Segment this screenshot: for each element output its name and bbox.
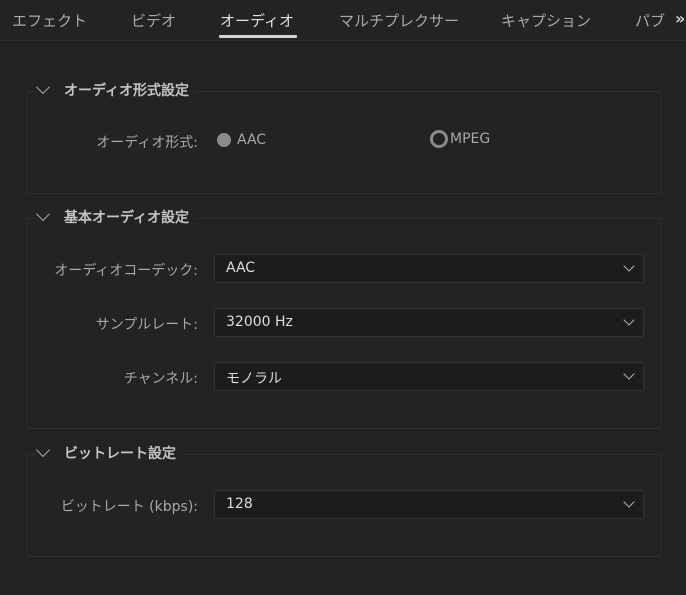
channels-label: チャンネル:: [123, 371, 198, 387]
radio-mpeg-label: MPEG: [450, 131, 491, 147]
chevron-down-icon: [623, 260, 635, 272]
tab-multiplexer[interactable]: マルチプレクサー: [339, 10, 459, 31]
sample-rate-label: サンプルレート:: [95, 317, 198, 333]
bitrate-section-title: ビットレート設定: [64, 446, 176, 462]
channels-value: モノラル: [226, 371, 282, 387]
bitrate-label: ビットレート (kbps):: [60, 499, 198, 515]
basic-audio-section-title: 基本オーディオ設定: [64, 210, 190, 226]
audio-format-section-title: オーディオ形式設定: [64, 83, 190, 99]
chevron-down-icon: [623, 368, 635, 380]
codec-dropdown[interactable]: AAC: [214, 254, 644, 283]
radio-aac-label: AAC: [237, 132, 267, 148]
channels-dropdown[interactable]: モノラル: [214, 362, 644, 391]
tab-audio[interactable]: オーディオ: [220, 10, 294, 31]
codec-value: AAC: [226, 260, 256, 276]
bitrate-section-header[interactable]: ビットレート設定: [35, 442, 182, 464]
radio-mpeg[interactable]: MPEG: [430, 130, 490, 148]
chevron-down-icon: [623, 496, 635, 508]
radio-unselected-icon: [430, 130, 448, 148]
bitrate-value: 128: [226, 496, 253, 512]
audio-format-label: オーディオ形式:: [96, 135, 198, 151]
tab-video[interactable]: ビデオ: [131, 10, 176, 31]
tab-overflow-icon[interactable]: »: [675, 9, 685, 28]
tab-bar: エフェクト ビデオ オーディオ マルチプレクサー キャプション パブ »: [0, 0, 686, 41]
radio-aac[interactable]: AAC: [217, 132, 266, 148]
chevron-down-icon: [35, 79, 51, 95]
tab-effects[interactable]: エフェクト: [12, 10, 87, 31]
sample-rate-dropdown[interactable]: 32000 Hz: [214, 308, 644, 337]
audio-format-section-header[interactable]: オーディオ形式設定: [35, 79, 196, 101]
chevron-down-icon: [35, 206, 51, 222]
active-tab-indicator: [219, 35, 297, 38]
tab-publish[interactable]: パブ: [635, 10, 665, 31]
tab-captions[interactable]: キャプション: [501, 10, 591, 31]
chevron-down-icon: [623, 314, 635, 326]
codec-label: オーディオコーデック:: [54, 263, 198, 279]
radio-selected-icon: [217, 133, 231, 147]
chevron-down-icon: [35, 442, 51, 458]
basic-audio-section-header[interactable]: 基本オーディオ設定: [35, 206, 196, 228]
sample-rate-value: 32000 Hz: [226, 314, 293, 330]
bitrate-dropdown[interactable]: 128: [214, 490, 644, 519]
